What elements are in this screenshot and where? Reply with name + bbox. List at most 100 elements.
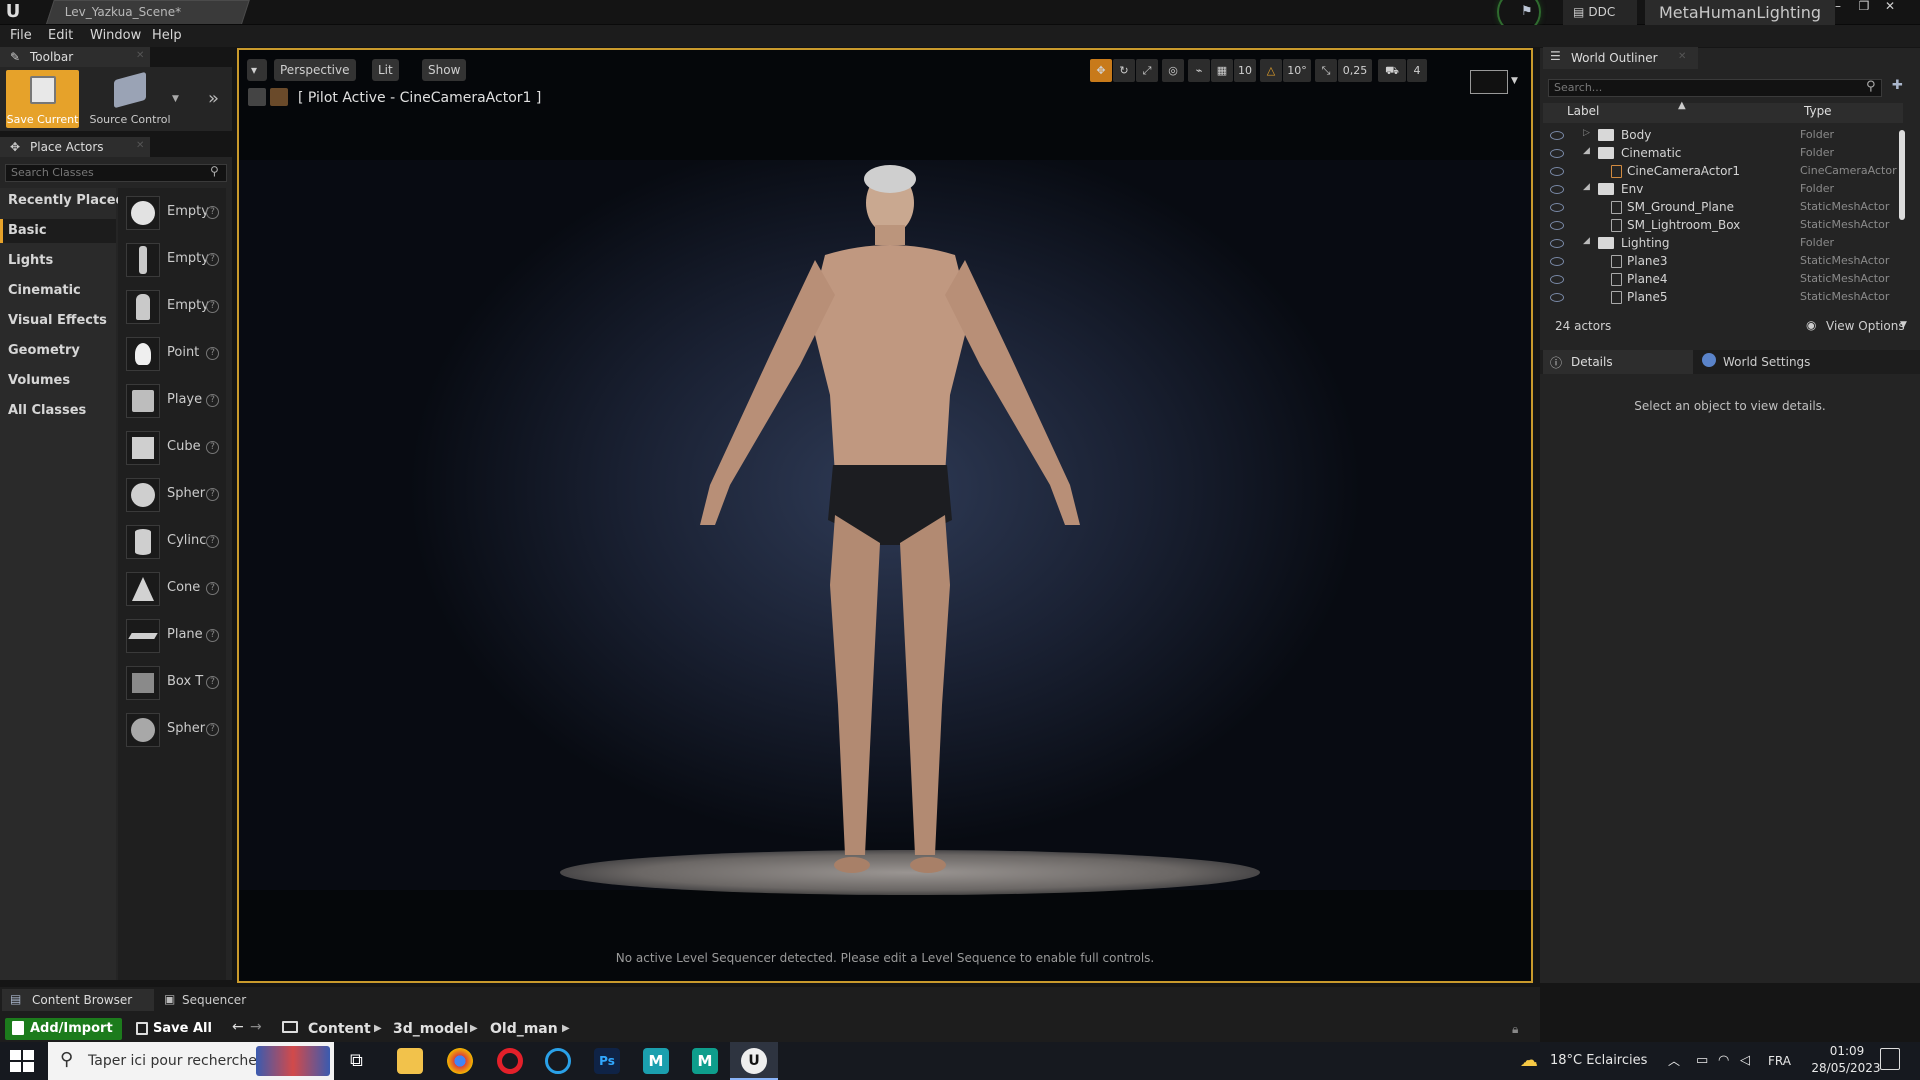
actor-thumb-sphere[interactable] [126, 478, 160, 512]
help-icon[interactable]: ? [206, 394, 219, 407]
actor-thumb-sphere-trigger[interactable] [126, 713, 160, 747]
actor-label[interactable]: Cylinc [167, 533, 206, 548]
help-icon[interactable]: ? [206, 488, 219, 501]
category-all-classes[interactable]: All Classes [8, 403, 86, 418]
category-recently-placed[interactable]: Recently Placed [8, 193, 125, 208]
actor-thumb-cube[interactable] [126, 431, 160, 465]
back-arrow-icon[interactable]: ← [232, 1019, 244, 1035]
ddc-button[interactable]: ▤ DDC [1563, 0, 1637, 25]
outliner-row[interactable]: ◢ Cinematic Folder [1543, 145, 1898, 163]
actor-thumb-cylinder[interactable] [126, 525, 160, 559]
outliner-search-input[interactable]: Search... [1548, 79, 1882, 97]
details-tab[interactable]: Details [1543, 350, 1693, 374]
help-icon[interactable]: ? [206, 206, 219, 219]
marvelous-designer-icon[interactable]: M [643, 1048, 669, 1074]
actor-thumb-empty-pawn[interactable] [126, 290, 160, 324]
outliner-scrollbar[interactable] [1899, 130, 1905, 220]
flag-icon[interactable]: ⚑ [1521, 4, 1533, 19]
help-icon[interactable]: ? [206, 676, 219, 689]
visibility-eye-icon[interactable] [1550, 185, 1564, 194]
scale-tool-icon[interactable]: ⤢ [1136, 59, 1158, 82]
layout-dropdown-icon[interactable]: ▼ [1511, 76, 1518, 86]
rotation-snap-value[interactable]: 10° [1283, 59, 1311, 82]
actor-label[interactable]: Cube [167, 439, 201, 454]
forward-arrow-icon[interactable]: → [250, 1019, 262, 1035]
world-outliner-tab[interactable]: World Outliner [1543, 47, 1698, 69]
visibility-eye-icon[interactable] [1550, 167, 1564, 176]
level-document-tab[interactable]: Lev_Yazkua_Scene* [46, 0, 250, 24]
grid-snap-value[interactable]: 10 [1234, 59, 1256, 82]
lit-button[interactable]: Lit [372, 59, 399, 81]
actor-label[interactable]: Spher [167, 721, 205, 736]
column-type[interactable]: Type [1804, 104, 1832, 118]
help-icon[interactable]: ? [206, 723, 219, 736]
help-icon[interactable]: ? [206, 441, 219, 454]
close-button[interactable]: ✕ [1878, 0, 1902, 14]
category-geometry[interactable]: Geometry [8, 343, 80, 358]
actor-label[interactable]: Empty [167, 298, 209, 313]
world-space-icon[interactable]: ◎ [1162, 59, 1184, 82]
outliner-row[interactable]: Plane3 StaticMeshActor [1543, 253, 1898, 271]
actor-label[interactable]: Empty [167, 251, 209, 266]
outliner-row[interactable]: ◢ Env Folder [1543, 181, 1898, 199]
perspective-button[interactable]: Perspective [274, 59, 356, 81]
actor-thumb-box-trigger[interactable] [126, 666, 160, 700]
collapse-arrow-icon[interactable]: ◢ [1583, 236, 1590, 246]
c-app-icon[interactable] [545, 1048, 571, 1074]
help-icon[interactable]: ? [206, 347, 219, 360]
place-actors-tab[interactable]: Place Actors [0, 137, 150, 157]
eject-pilot-icon[interactable] [248, 88, 266, 106]
visibility-eye-icon[interactable] [1550, 257, 1564, 266]
maya-icon[interactable]: M [692, 1048, 718, 1074]
show-hidden-icons-icon[interactable]: ︿ [1668, 1042, 1680, 1080]
outliner-row[interactable]: SM_Lightroom_Box StaticMeshActor [1543, 217, 1898, 235]
unreal-engine-icon[interactable]: U [741, 1048, 767, 1074]
category-basic[interactable]: Basic [8, 223, 47, 238]
actor-label[interactable]: Box T [167, 674, 203, 689]
opera-icon[interactable] [497, 1048, 523, 1074]
visibility-eye-icon[interactable] [1550, 221, 1564, 230]
visibility-eye-icon[interactable] [1550, 149, 1564, 158]
outliner-row[interactable]: ▷ Body Folder [1543, 127, 1898, 145]
surface-snap-icon[interactable]: ⌁ [1188, 59, 1210, 82]
breadcrumb-content[interactable]: Content [308, 1018, 371, 1040]
camera-speed-value[interactable]: 4 [1407, 59, 1427, 82]
actor-thumb-player-start[interactable] [126, 384, 160, 418]
content-browser-tab[interactable]: Content Browser [2, 989, 154, 1011]
notification-center-icon[interactable] [1880, 1048, 1900, 1070]
windows-start-icon[interactable] [10, 1050, 34, 1072]
scale-snap-value[interactable]: 0,25 [1338, 59, 1372, 82]
viewport-layout-icon[interactable] [1470, 70, 1508, 94]
camera-icon[interactable] [270, 88, 288, 106]
menu-window[interactable]: Window [90, 25, 141, 47]
breadcrumb-old-man[interactable]: Old_man [490, 1018, 558, 1040]
chrome-icon[interactable] [447, 1048, 473, 1074]
language-indicator[interactable]: FRA [1768, 1042, 1791, 1080]
actor-label[interactable]: Cone [167, 580, 200, 595]
close-place-actors-icon[interactable]: ✕ [136, 140, 144, 151]
lock-icon[interactable]: 🔒︎ [1512, 1022, 1518, 1037]
add-filter-icon[interactable]: ✚ [1892, 78, 1903, 93]
outliner-row[interactable]: SM_Ground_Plane StaticMeshActor [1543, 199, 1898, 217]
viewport-options-dropdown[interactable]: ▾ [247, 59, 267, 81]
category-visual-effects[interactable]: Visual Effects [8, 313, 107, 328]
expand-arrow-icon[interactable]: ▷ [1583, 128, 1590, 138]
actor-label[interactable]: Plane [167, 627, 203, 642]
photoshop-icon[interactable]: Ps [594, 1048, 620, 1074]
collapse-arrow-icon[interactable]: ◢ [1583, 146, 1590, 156]
scale-snap-icon[interactable]: ⤡ [1315, 59, 1337, 82]
camera-speed-icon[interactable]: ⛟ [1378, 59, 1406, 82]
source-control-button[interactable]: Source Control [84, 70, 176, 128]
clock-date[interactable]: 28/05/2023 [1806, 1061, 1886, 1075]
category-volumes[interactable]: Volumes [8, 373, 70, 388]
weather-icon[interactable]: ☁ [1520, 1050, 1538, 1071]
move-tool-icon[interactable]: ✥ [1090, 59, 1112, 82]
outliner-row[interactable]: CineCameraActor1 CineCameraActor [1543, 163, 1898, 181]
actor-thumb-cone[interactable] [126, 572, 160, 606]
help-icon[interactable]: ? [206, 535, 219, 548]
actor-thumb-empty-actor[interactable] [126, 196, 160, 230]
actor-thumb-empty-character[interactable] [126, 243, 160, 277]
visibility-eye-icon[interactable] [1550, 293, 1564, 302]
task-view-icon[interactable]: ⧉ [350, 1050, 363, 1071]
clock-time[interactable]: 01:09 [1812, 1044, 1882, 1058]
